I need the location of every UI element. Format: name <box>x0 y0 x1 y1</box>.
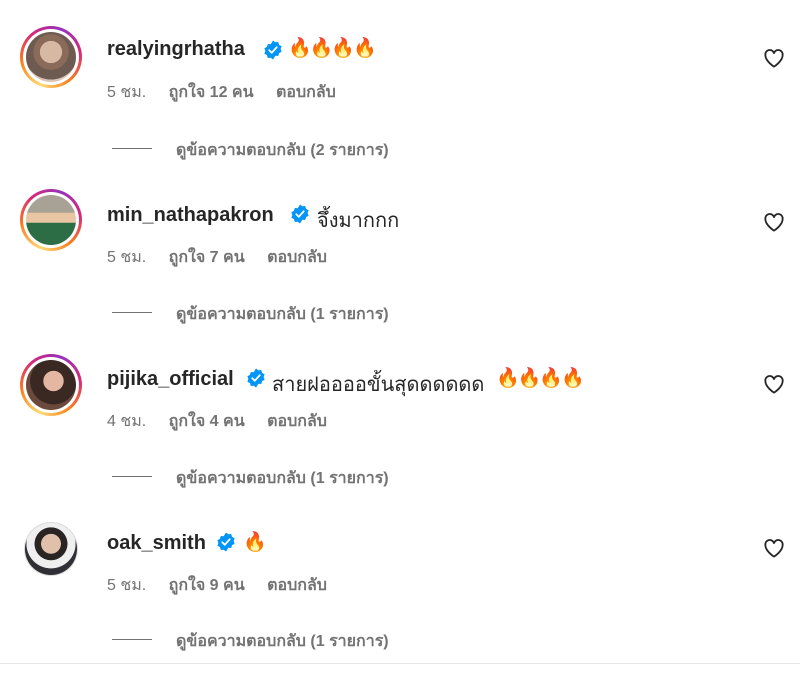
heart-outline-icon[interactable] <box>763 374 785 394</box>
replies-divider <box>112 148 152 149</box>
avatar <box>26 195 76 245</box>
reply-button[interactable]: ตอบกลับ <box>267 249 327 266</box>
avatar-story-ring[interactable] <box>20 189 82 251</box>
comment-emoji: 🔥🔥🔥🔥 <box>496 368 585 389</box>
replies-divider <box>112 639 152 640</box>
verified-badge-icon <box>217 532 235 552</box>
comment-text: จึ้งมากกก <box>317 210 400 232</box>
heart-outline-icon[interactable] <box>763 48 785 68</box>
verified-badge-icon <box>264 40 282 60</box>
comment-time[interactable]: 5 ชม. <box>107 84 146 101</box>
comment-username[interactable]: oak_smith <box>107 532 206 555</box>
verified-badge-icon <box>247 368 265 388</box>
comment-time[interactable]: 4 ชม. <box>107 413 146 430</box>
view-replies-button[interactable]: ดูข้อความตอบกลับ (2 รายการ) <box>176 138 389 163</box>
comment-username[interactable]: realyingrhatha <box>107 38 245 61</box>
view-replies-button[interactable]: ดูข้อความตอบกลับ (1 รายการ) <box>176 629 389 654</box>
verified-badge-icon <box>291 204 309 224</box>
comment-text: สายฝออออขั้นสุดดดดดด <box>272 374 485 396</box>
avatar-story-ring[interactable] <box>20 354 82 416</box>
comment-emoji: 🔥 <box>243 532 267 553</box>
comment-time[interactable]: 5 ชม. <box>107 249 146 266</box>
comment-username[interactable]: min_nathapakron <box>107 204 274 227</box>
comment-emoji: 🔥🔥🔥🔥 <box>288 38 377 59</box>
comment-item: oak_smith 🔥 5 ชม. ถูกใจ 9 คน ตอบกลับ ดูข… <box>0 510 800 674</box>
comment-item: pijika_official สายฝออออขั้นสุดดดดดด 🔥🔥🔥… <box>0 346 800 510</box>
view-replies-button[interactable]: ดูข้อความตอบกลับ (1 รายการ) <box>176 302 389 327</box>
heart-outline-icon[interactable] <box>763 212 785 232</box>
comment-username[interactable]: pijika_official <box>107 368 234 391</box>
reply-button[interactable]: ตอบกลับ <box>276 84 336 101</box>
avatar-frame[interactable] <box>24 522 78 576</box>
comment-likes[interactable]: ถูกใจ 4 คน <box>169 413 245 430</box>
comment-item: min_nathapakron จึ้งมากกก 5 ชม. ถูกใจ 7 … <box>0 182 800 346</box>
avatar <box>26 32 76 82</box>
comment-item: realyingrhatha 🔥🔥🔥🔥 5 ชม. ถูกใจ 12 คน ตอ… <box>0 18 800 182</box>
replies-divider <box>112 312 152 313</box>
comment-likes[interactable]: ถูกใจ 9 คน <box>169 577 245 594</box>
avatar <box>25 523 77 575</box>
avatar <box>26 360 76 410</box>
avatar-story-ring[interactable] <box>20 26 82 88</box>
view-replies-button[interactable]: ดูข้อความตอบกลับ (1 รายการ) <box>176 466 389 491</box>
bottom-divider <box>0 663 800 664</box>
heart-outline-icon[interactable] <box>763 538 785 558</box>
reply-button[interactable]: ตอบกลับ <box>267 413 327 430</box>
comment-time[interactable]: 5 ชม. <box>107 577 146 594</box>
comment-likes[interactable]: ถูกใจ 12 คน <box>169 84 254 101</box>
replies-divider <box>112 476 152 477</box>
comment-likes[interactable]: ถูกใจ 7 คน <box>169 249 245 266</box>
reply-button[interactable]: ตอบกลับ <box>267 577 327 594</box>
